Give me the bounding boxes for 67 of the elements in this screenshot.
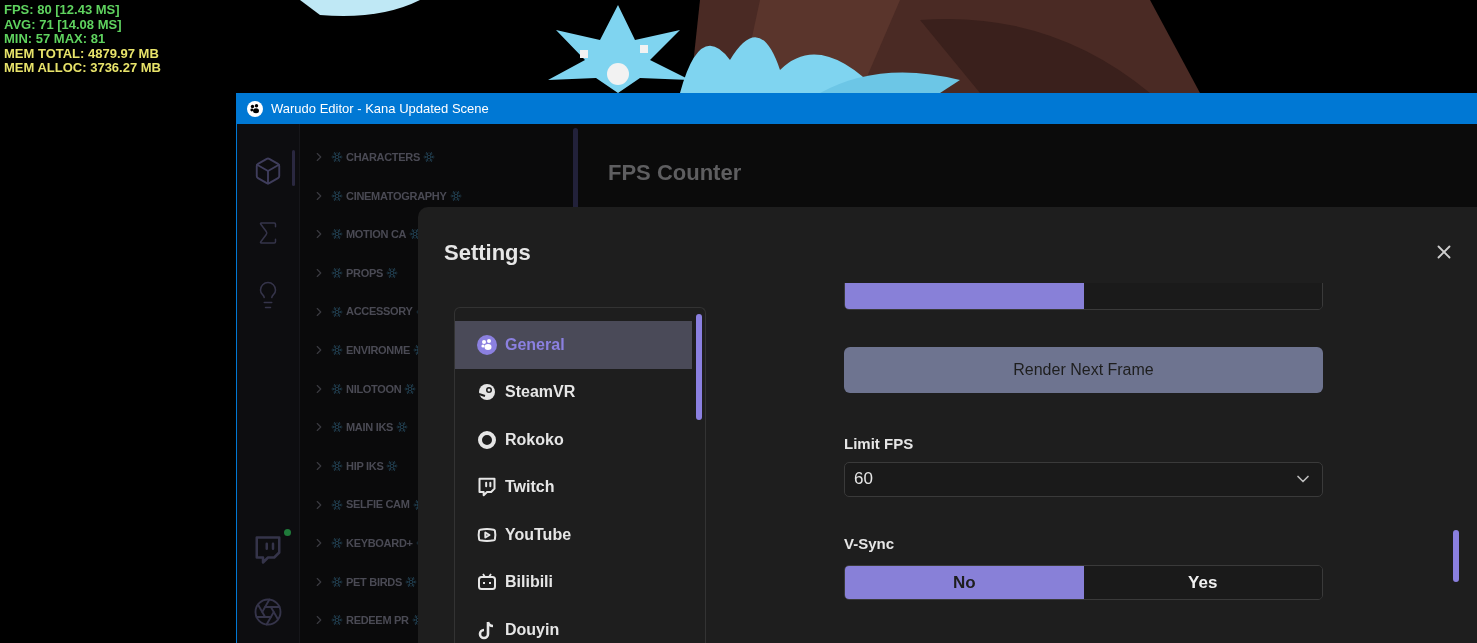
tree-item[interactable]: KEYBOARD+ <box>346 535 413 552</box>
nav-item[interactable]: General <box>455 321 692 369</box>
paw-icon <box>247 100 263 117</box>
stats-text: MEM TOTAL: 4879.97 MB <box>4 46 160 61</box>
tree-item[interactable]: MAIN IKS <box>346 419 394 436</box>
snowflake-icon <box>396 421 409 434</box>
snowflake-icon <box>386 267 398 280</box>
field-label: V-Sync <box>844 533 896 554</box>
toggle-segment[interactable] <box>1083 283 1322 309</box>
tree-item[interactable]: CHARACTERS <box>346 149 420 166</box>
paw-icon <box>477 334 497 355</box>
snowflake-icon <box>331 267 343 280</box>
snowflake-icon <box>386 460 399 473</box>
tree-item[interactable]: REDEEM PR <box>346 612 409 629</box>
snowflake-icon <box>405 575 417 588</box>
ring-icon <box>477 429 497 450</box>
dialog-title: Settings <box>444 238 531 267</box>
snowflake-icon <box>331 228 343 241</box>
snowflake-icon <box>331 575 343 588</box>
stats-text: AVG: 71 [14.08 MS] <box>4 17 123 32</box>
snowflake-icon <box>449 189 462 202</box>
limit-fps-select[interactable]: 60 <box>844 461 1323 497</box>
snowflake-icon <box>404 382 417 395</box>
nav-item[interactable]: YouTube <box>455 511 692 559</box>
tree-item[interactable]: MOTION CA <box>346 226 407 243</box>
nav-item[interactable]: Rokoko <box>455 416 692 464</box>
cube-icon[interactable] <box>253 156 283 186</box>
scrollbar <box>1453 530 1459 582</box>
snowflake-icon <box>331 305 343 318</box>
tree-item[interactable]: PROPS <box>346 264 383 282</box>
tv-icon <box>477 572 497 593</box>
nav-item[interactable]: Douyin <box>455 606 692 643</box>
aperture-icon[interactable] <box>253 597 283 627</box>
active-indicator <box>292 150 295 186</box>
stats-text: MEM ALLOC: 3736.27 MB <box>4 61 161 76</box>
tree-item[interactable]: ENVIRONME <box>346 342 410 359</box>
tree-item[interactable]: PET BIRDS <box>346 573 402 591</box>
snowflake-icon <box>331 498 343 511</box>
nav-item[interactable]: Bilibili <box>455 558 692 606</box>
twitch-icon[interactable] <box>253 535 283 565</box>
render-next-frame-button[interactable]: Render Next Frame <box>844 347 1323 393</box>
field-label: Limit FPS <box>844 434 915 454</box>
toggle-segment[interactable] <box>845 283 1084 309</box>
nav-item[interactable]: SteamVR <box>455 368 692 416</box>
snowflake-icon <box>331 421 343 434</box>
snowflake-icon <box>331 344 343 357</box>
snowflake-icon <box>331 614 343 627</box>
tree-item[interactable]: HIP IKS <box>346 457 384 475</box>
tree-item[interactable]: ACCESSORY <box>346 303 413 320</box>
snowflake-icon <box>331 189 343 202</box>
stats-text: MIN: 57 MAX: 81 <box>4 32 106 47</box>
panel-heading: FPS Counter <box>608 160 742 185</box>
toggle-option[interactable]: Yes <box>1083 566 1322 599</box>
twitch-icon <box>477 477 497 498</box>
tree-item[interactable]: CINEMATOGRAPHY <box>346 187 447 205</box>
tree-item[interactable]: NILOTOON <box>346 380 402 398</box>
snowflake-icon <box>331 537 343 550</box>
steam-icon <box>477 382 497 403</box>
snowflake-icon <box>331 382 343 395</box>
window-title: Warudo Editor - Kana Updated Scene <box>271 99 489 118</box>
snowflake-icon <box>331 151 343 164</box>
snowflake-icon <box>331 460 343 473</box>
toggle-option[interactable]: No <box>845 566 1084 599</box>
tree-item[interactable]: SELFIE CAM <box>346 496 410 513</box>
nav-item[interactable]: Twitch <box>455 463 692 511</box>
snowflake-icon <box>423 151 435 164</box>
stats-text: FPS: 80 [12.43 MS] <box>4 3 121 18</box>
